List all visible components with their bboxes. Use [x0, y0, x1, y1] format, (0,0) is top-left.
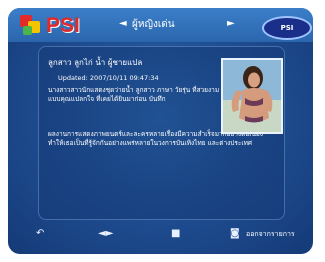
psi-logo-icon: [20, 15, 42, 37]
article-paragraph-1: นางสาวสาวนักแสดงชุดว่ายน้ำ ลูกสาว ภาษา ว…: [48, 86, 220, 103]
psi-logo: PSI: [20, 14, 80, 38]
brand-badge: PSI: [262, 16, 312, 40]
psi-logo-text: PSI: [46, 14, 80, 37]
updated-timestamp: Updated: 2007/10/11 09:47:34: [58, 74, 159, 82]
tv-screen: PSI ◄ ผู้หญิง​เด่น ► PSI ลูกสาว ลูกไก่ น…: [8, 8, 313, 254]
article-photo: [221, 58, 283, 134]
back-button-icon[interactable]: ↶: [36, 228, 44, 239]
article-title: ลูกสาว ลูกไก่ น้ำ ผู้ชายแปล: [48, 58, 143, 67]
header-bar: PSI ◄ ผู้หญิง​เด่น ► PSI: [8, 8, 313, 42]
footer-button-bar: ↶ ◄► ■ ◙ ออกจากรายการ: [8, 222, 313, 252]
exit-button-icon[interactable]: ◙: [230, 228, 240, 239]
nav-next-arrow-icon[interactable]: ►: [227, 18, 235, 29]
left-right-button-icon[interactable]: ◄►: [98, 228, 113, 239]
stop-button-icon[interactable]: ■: [171, 228, 180, 239]
exit-label: ออกจากรายการ: [246, 230, 295, 238]
photo-woman-image: [223, 60, 281, 132]
nav-prev-arrow-icon[interactable]: ◄: [119, 18, 127, 29]
category-title: ผู้หญิง​เด่น: [132, 19, 175, 30]
